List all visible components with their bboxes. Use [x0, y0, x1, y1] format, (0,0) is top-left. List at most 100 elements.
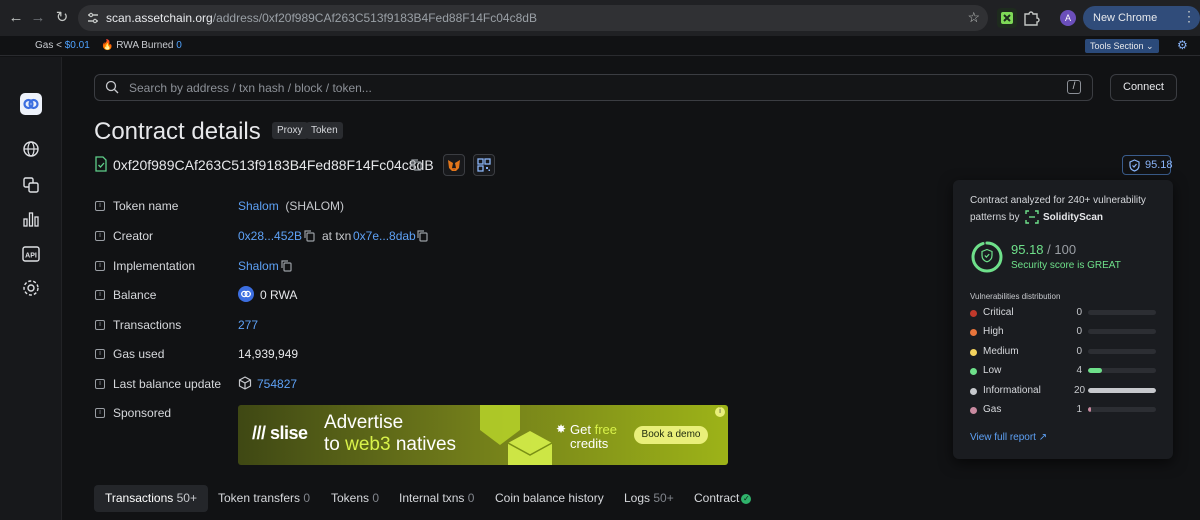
creator-address-link[interactable]: 0x28...452B [238, 229, 302, 243]
connect-wallet-button[interactable]: Connect [1110, 74, 1177, 101]
tab-transactions[interactable]: Transactions 50+ [94, 485, 208, 512]
ad-headline-line2: to web3 natives [324, 434, 456, 456]
search-bar[interactable]: / [94, 74, 1093, 101]
reload-icon[interactable]: ↻ [52, 8, 72, 28]
block-icon [238, 376, 252, 390]
profile-avatar[interactable]: A [1060, 10, 1076, 26]
ad-cube-graphic [480, 405, 553, 465]
tab-coin-balance-history[interactable]: Coin balance history [484, 485, 615, 512]
extension-icon[interactable] [997, 8, 1017, 28]
severity-bar [1088, 368, 1156, 373]
last-balance-block-link[interactable]: 754827 [257, 377, 297, 391]
security-score-value: 95.18 [1145, 159, 1173, 171]
tokens-icon[interactable] [20, 174, 42, 196]
copy-icon[interactable] [417, 230, 428, 242]
vulnerability-row-gas: Gas 1 [970, 404, 1160, 418]
bookmark-star-icon[interactable]: ☆ [967, 9, 980, 26]
severity-count: 0 [1076, 307, 1082, 318]
transactions-count-link[interactable]: 277 [238, 318, 258, 332]
proxy-tag: Proxy [272, 122, 308, 139]
metamask-add-button[interactable] [443, 154, 465, 176]
severity-dot [970, 349, 977, 356]
tab-label: Logs [624, 491, 651, 505]
logo-icon[interactable] [20, 93, 42, 115]
vulnerability-row-critical: Critical 0 [970, 307, 1160, 321]
severity-dot [970, 388, 977, 395]
vulnerability-row-informational: Informational 20 [970, 385, 1160, 399]
verified-contract-icon [95, 156, 107, 172]
severity-bar [1088, 329, 1156, 334]
info-icon[interactable]: i [95, 231, 105, 241]
sparkle-icon: ✸ [556, 422, 567, 436]
info-icon[interactable]: i [95, 290, 105, 300]
back-arrow-icon[interactable]: ← [6, 8, 26, 28]
tab-internal-txns[interactable]: Internal txns 0 [388, 485, 485, 512]
severity-count: 20 [1074, 385, 1086, 396]
ad-offer-line1: Get free [570, 422, 617, 437]
copy-icon[interactable] [411, 159, 422, 171]
tab-count: 0 [372, 491, 380, 505]
ad-headline-line1: Advertise [324, 412, 404, 433]
ad-offer-line2: credits [570, 436, 609, 451]
view-full-report-link[interactable]: View full report ↗ [970, 432, 1047, 443]
settings-gear-icon[interactable]: ⚙ [1177, 38, 1188, 52]
info-icon[interactable]: i [95, 408, 105, 418]
tab-contract[interactable]: Contract ✓ [683, 485, 762, 512]
popover-description-line2: patterns by [970, 212, 1020, 223]
settings-icon[interactable] [20, 277, 42, 299]
distribution-title: Vulnerabilities distribution [970, 292, 1061, 301]
globe-icon[interactable] [20, 138, 42, 160]
score-gauge [971, 241, 1003, 273]
verified-check-icon: ✓ [741, 493, 752, 504]
severity-bar-fill [1088, 388, 1156, 393]
api-icon[interactable]: API [20, 243, 42, 265]
book-demo-button[interactable]: Book a demo [634, 426, 708, 444]
tab-label: Transactions [105, 491, 174, 505]
vulnerability-row-medium: Medium 0 [970, 346, 1160, 360]
ad-line2-part2: natives [390, 434, 457, 455]
tab-logs[interactable]: Logs 50+ [613, 485, 685, 512]
ad-offer-highlight: free [594, 422, 617, 437]
vulnerability-row-low: Low 4 [970, 365, 1160, 379]
extensions-puzzle-icon[interactable] [1022, 8, 1040, 28]
implementation-link[interactable]: Shalom [238, 259, 279, 273]
tab-tokens[interactable]: Tokens 0 [320, 485, 390, 512]
token-tag: Token [306, 122, 343, 139]
info-icon[interactable]: i [95, 320, 105, 330]
info-icon[interactable]: i [95, 379, 105, 389]
severity-count: 0 [1076, 346, 1082, 357]
severity-dot [970, 329, 977, 336]
token-name-link[interactable]: Shalom [238, 199, 279, 213]
copy-icon[interactable] [304, 230, 315, 242]
tools-section-dropdown[interactable]: Tools Section ⌄ [1085, 39, 1159, 53]
slise-logo: /// slise [252, 423, 308, 443]
forward-arrow-icon[interactable]: → [28, 8, 48, 28]
url-text[interactable]: scan.assetchain.org/address/0xf20f989CAf… [106, 11, 537, 25]
tab-token-transfers[interactable]: Token transfers 0 [207, 485, 321, 512]
rwa-burned-label: 🔥 RWA Burned [101, 40, 174, 51]
ad-info-icon[interactable]: i [715, 407, 725, 417]
keyboard-shortcut-hint: / [1067, 80, 1081, 94]
sponsored-ad-banner[interactable]: /// slise Advertise to web3 natives ✸ Ge… [238, 405, 728, 465]
browser-menu-icon[interactable]: ⋮ [1182, 8, 1196, 25]
transactions-label: Transactions [113, 318, 182, 332]
site-settings-icon[interactable] [86, 11, 100, 25]
chart-icon[interactable] [20, 208, 42, 230]
info-icon[interactable]: i [95, 349, 105, 359]
token-name-label: Token name [113, 199, 179, 213]
severity-bar-fill [1088, 407, 1092, 412]
severity-name: Medium [983, 346, 1019, 357]
address-bar[interactable]: scan.assetchain.org/address/0xf20f989CAf… [78, 5, 988, 31]
solidityscan-name: SolidityScan [1043, 212, 1104, 223]
balance-value: 0 RWA [260, 288, 298, 302]
creator-txn-link[interactable]: 0x7e...8dab [353, 229, 416, 243]
tab-label: Internal txns [399, 491, 465, 505]
info-icon[interactable]: i [95, 201, 105, 211]
qr-code-button[interactable] [473, 154, 495, 176]
info-icon[interactable]: i [95, 261, 105, 271]
chevron-down-icon: ⌄ [1146, 41, 1154, 51]
copy-icon[interactable] [281, 260, 292, 272]
security-score-badge[interactable]: 95.18 [1122, 155, 1173, 175]
popover-description-line1: Contract analyzed for 240+ vulnerability [970, 195, 1146, 206]
search-input[interactable] [129, 78, 1029, 97]
